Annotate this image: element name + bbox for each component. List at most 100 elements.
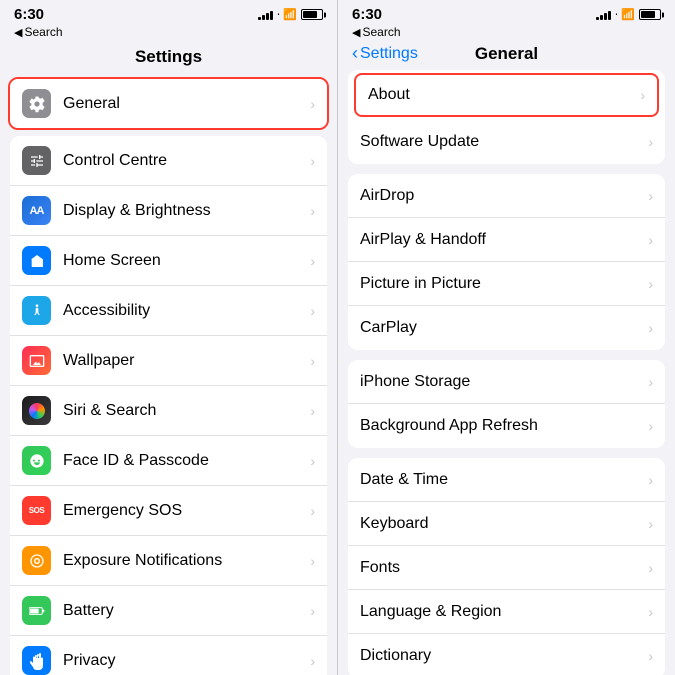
face-icon xyxy=(29,453,45,469)
iphone-storage-label: iPhone Storage xyxy=(360,373,644,391)
software-update-label: Software Update xyxy=(360,133,644,151)
right-screen: 6:30 ⋅︎ 📶 ◀ Search ‹ Settings General xyxy=(338,0,675,675)
about-group[interactable]: About › Software Update › xyxy=(348,70,665,164)
wallpaper-icon xyxy=(22,346,51,375)
list-item-battery[interactable]: Battery › xyxy=(10,586,327,636)
list-item-date-time[interactable]: Date & Time › xyxy=(348,458,665,502)
system-group[interactable]: Date & Time › Keyboard › Fonts › Languag… xyxy=(348,458,665,675)
image-icon xyxy=(29,353,45,369)
list-item-airplay-handoff[interactable]: AirPlay & Handoff › xyxy=(348,218,665,262)
back-chevron-icon: ‹ xyxy=(352,43,358,64)
face-id-label: Face ID & Passcode xyxy=(63,452,306,470)
exposure-symbol-icon xyxy=(29,553,45,569)
list-item-fonts[interactable]: Fonts › xyxy=(348,546,665,590)
list-item-wallpaper[interactable]: Wallpaper › xyxy=(10,336,327,386)
left-screen-title: Settings xyxy=(0,43,337,73)
home-icon xyxy=(29,253,45,269)
control-centre-icon xyxy=(22,146,51,175)
list-item-emergency-sos[interactable]: SOS Emergency SOS › xyxy=(10,486,327,536)
fonts-label: Fonts xyxy=(360,559,644,577)
general-icon xyxy=(22,89,51,118)
list-item-iphone-storage[interactable]: iPhone Storage › xyxy=(348,360,665,404)
signal-bar-r1 xyxy=(596,17,599,20)
list-item-picture-in-picture[interactable]: Picture in Picture › xyxy=(348,262,665,306)
display-icon: AA xyxy=(22,196,51,225)
list-item-dictionary[interactable]: Dictionary › xyxy=(348,634,665,675)
list-item-keyboard[interactable]: Keyboard › xyxy=(348,502,665,546)
signal-bar-4 xyxy=(270,11,273,20)
display-icon-text: AA xyxy=(30,205,44,217)
general-highlighted-group[interactable]: General › xyxy=(8,77,329,130)
carplay-label: CarPlay xyxy=(360,319,644,337)
connectivity-group[interactable]: AirDrop › AirPlay & Handoff › Picture in… xyxy=(348,174,665,350)
battery-fill xyxy=(303,11,317,18)
back-label: Settings xyxy=(360,45,418,63)
general-chevron: › xyxy=(310,96,315,112)
list-item-about[interactable]: About › xyxy=(354,73,659,117)
battery-fill-right xyxy=(641,11,655,18)
main-settings-group[interactable]: Control Centre › AA Display & Brightness… xyxy=(10,136,327,675)
about-chevron: › xyxy=(640,87,645,103)
back-arrow-right: ◀ xyxy=(352,26,360,39)
list-item-home-screen[interactable]: Home Screen › xyxy=(10,236,327,286)
background-app-refresh-label: Background App Refresh xyxy=(360,417,644,435)
signal-icon xyxy=(258,9,273,20)
list-item-siri[interactable]: Siri & Search › xyxy=(10,386,327,436)
about-label: About xyxy=(368,86,636,104)
list-item-airdrop[interactable]: AirDrop › xyxy=(348,174,665,218)
signal-bar-2 xyxy=(262,15,265,20)
hand-icon xyxy=(30,652,44,670)
right-title-bar: ‹ Settings General xyxy=(338,43,675,70)
sos-text: SOS xyxy=(29,506,44,515)
exposure-label: Exposure Notifications xyxy=(63,552,306,570)
battery-settings-icon xyxy=(22,596,51,625)
accessibility-label: Accessibility xyxy=(63,302,306,320)
siri-icon xyxy=(22,396,51,425)
list-item-background-app-refresh[interactable]: Background App Refresh › xyxy=(348,404,665,448)
dictionary-label: Dictionary xyxy=(360,647,644,665)
signal-icon-right xyxy=(596,9,611,20)
accessibility-symbol-icon xyxy=(29,303,45,319)
status-icons-right: ⋅︎ 📶 xyxy=(596,8,661,21)
control-centre-chevron: › xyxy=(310,153,315,169)
siri-label: Siri & Search xyxy=(63,402,306,420)
emergency-sos-label: Emergency SOS xyxy=(63,502,306,520)
keyboard-label: Keyboard xyxy=(360,515,644,533)
general-screen-title: General xyxy=(475,44,538,64)
language-region-label: Language & Region xyxy=(360,603,644,621)
back-arrow-left: ◀ xyxy=(14,26,22,39)
status-icons-left: ⋅︎ 📶 xyxy=(258,8,323,21)
exposure-icon xyxy=(22,546,51,575)
list-item-privacy[interactable]: Privacy › xyxy=(10,636,327,675)
list-item-carplay[interactable]: CarPlay › xyxy=(348,306,665,350)
left-settings-list[interactable]: General › Control Centre › AA xyxy=(0,73,337,675)
back-to-settings-button[interactable]: ‹ Settings xyxy=(352,43,418,64)
list-item-face-id[interactable]: Face ID & Passcode › xyxy=(10,436,327,486)
siri-rainbow-icon xyxy=(29,403,45,419)
right-settings-list[interactable]: About › Software Update › AirDrop › AirP… xyxy=(338,70,675,675)
accessibility-icon xyxy=(22,296,51,325)
battery-label: Battery xyxy=(63,602,306,620)
status-bar-right: 6:30 ⋅︎ 📶 xyxy=(338,0,675,25)
general-label: General xyxy=(63,95,306,113)
list-item-software-update[interactable]: Software Update › xyxy=(348,120,665,164)
signal-bar-r4 xyxy=(608,11,611,20)
list-item-display[interactable]: AA Display & Brightness › xyxy=(10,186,327,236)
list-item-language-region[interactable]: Language & Region › xyxy=(348,590,665,634)
airplay-handoff-label: AirPlay & Handoff xyxy=(360,231,644,249)
list-item-exposure[interactable]: Exposure Notifications › xyxy=(10,536,327,586)
wallpaper-label: Wallpaper xyxy=(63,352,306,370)
home-screen-icon xyxy=(22,246,51,275)
time-right: 6:30 xyxy=(352,6,382,23)
display-label: Display & Brightness xyxy=(63,202,306,220)
airdrop-label: AirDrop xyxy=(360,187,644,205)
left-screen: 6:30 ⋅︎ 📶 ◀ Search Settings xyxy=(0,0,337,675)
home-screen-label: Home Screen xyxy=(63,252,306,270)
list-item-accessibility[interactable]: Accessibility › xyxy=(10,286,327,336)
battery-symbol-icon xyxy=(29,606,45,616)
list-item-control-centre[interactable]: Control Centre › xyxy=(10,136,327,186)
face-id-icon xyxy=(22,446,51,475)
signal-bar-r2 xyxy=(600,15,603,20)
list-item-general[interactable]: General › xyxy=(10,79,327,128)
storage-group[interactable]: iPhone Storage › Background App Refresh … xyxy=(348,360,665,448)
